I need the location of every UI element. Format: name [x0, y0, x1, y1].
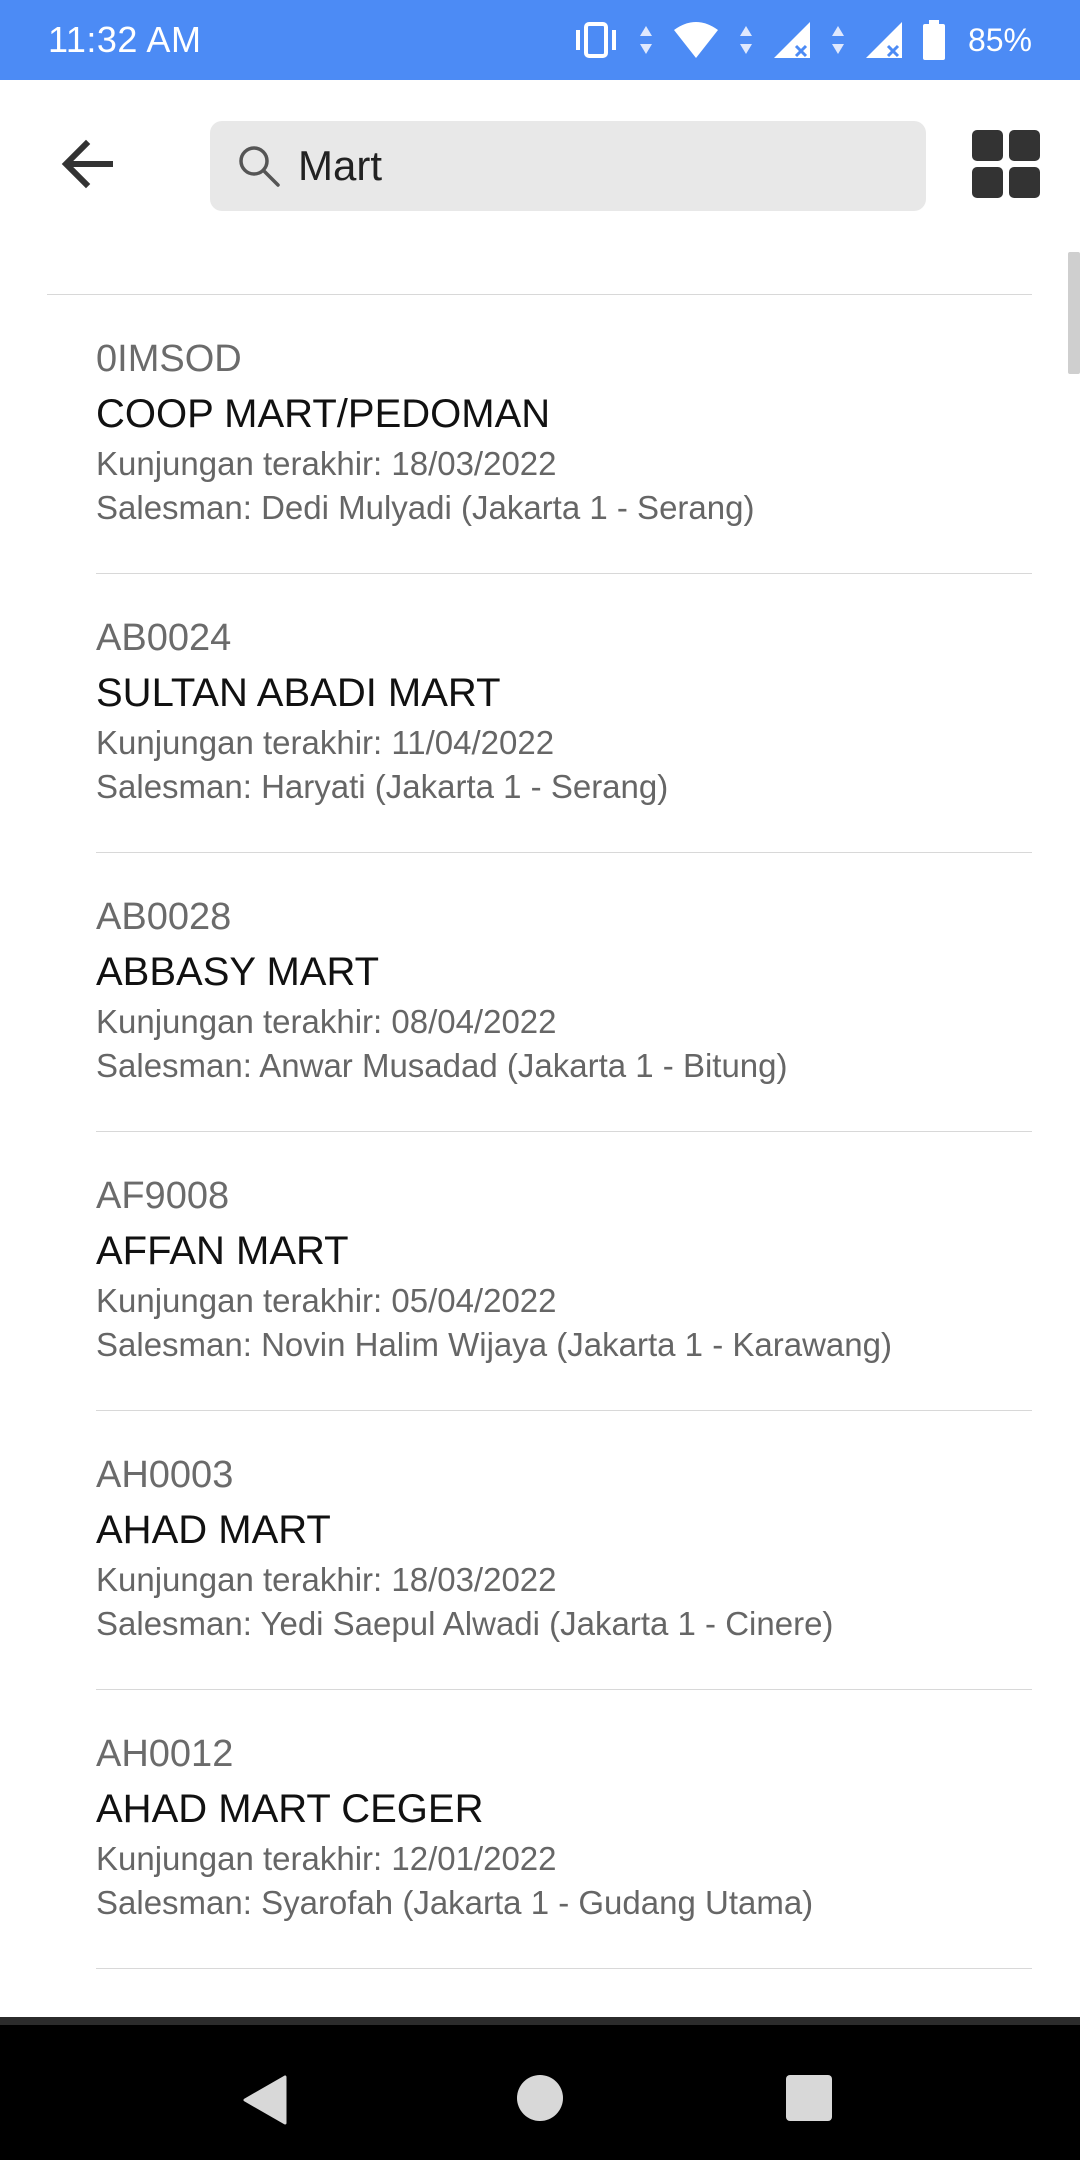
signal-icon-2	[864, 20, 904, 60]
back-button[interactable]	[56, 132, 120, 196]
store-name: AFFAN MART	[96, 1229, 349, 1273]
list-item[interactable]: AB0024 SULTAN ABADI MART Kunjungan terak…	[0, 574, 1080, 853]
store-code: AB0024	[96, 617, 232, 659]
store-code: AB0028	[96, 896, 232, 938]
data-arrows-icon	[638, 20, 654, 60]
search-icon	[239, 146, 280, 187]
navigation-bar	[0, 2017, 1080, 2160]
status-time: 11:32 AM	[48, 19, 202, 60]
nav-recent-apps-icon[interactable]	[786, 2075, 832, 2121]
salesman: Salesman: Syarofah (Jakarta 1 - Gudang U…	[96, 1884, 814, 1921]
store-code: AH0003	[96, 1454, 234, 1496]
grid-view-icon	[972, 130, 1040, 198]
view-toggle-button[interactable]	[972, 130, 1040, 198]
list: 0IMSOD COOP MART/PEDOMAN Kunjungan terak…	[0, 295, 1080, 1969]
data-arrows-icon-2	[738, 20, 754, 60]
search-input[interactable]	[298, 121, 898, 211]
list-item[interactable]: AH0003 AHAD MART Kunjungan terakhir: 18/…	[0, 1411, 1080, 1690]
store-name: AHAD MART CEGER	[96, 1787, 484, 1831]
battery-icon	[922, 20, 946, 60]
store-code: AH0012	[96, 1733, 234, 1775]
last-visit: Kunjungan terakhir: 11/04/2022	[96, 724, 555, 761]
vibrate-icon	[572, 20, 620, 60]
store-code: 0IMSOD	[96, 338, 242, 380]
data-arrows-icon-3	[830, 20, 846, 60]
status-bar: 11:32 AM 85%	[0, 0, 1080, 80]
salesman: Salesman: Anwar Musadad (Jakarta 1 - Bit…	[96, 1047, 788, 1084]
last-visit: Kunjungan terakhir: 08/04/2022	[96, 1003, 557, 1040]
list-item[interactable]: 0IMSOD COOP MART/PEDOMAN Kunjungan terak…	[0, 295, 1080, 574]
signal-icon	[772, 20, 812, 60]
list-item[interactable]: AB0028 ABBASY MART Kunjungan terakhir: 0…	[0, 853, 1080, 1132]
last-visit: Kunjungan terakhir: 05/04/2022	[96, 1282, 557, 1319]
last-visit: Kunjungan terakhir: 18/03/2022	[96, 1561, 557, 1598]
battery-percent: 85%	[967, 21, 1032, 58]
last-visit: Kunjungan terakhir: 12/01/2022	[96, 1840, 557, 1877]
store-name: AHAD MART	[96, 1508, 331, 1552]
salesman: Salesman: Novin Halim Wijaya (Jakarta 1 …	[96, 1326, 892, 1363]
list-item[interactable]: AF9008 AFFAN MART Kunjungan terakhir: 05…	[0, 1132, 1080, 1411]
salesman: Salesman: Haryati (Jakarta 1 - Serang)	[96, 768, 669, 805]
salesman: Salesman: Dedi Mulyadi (Jakarta 1 - Sera…	[96, 489, 755, 526]
store-code: AF9008	[96, 1175, 230, 1217]
status-icons: 85%	[572, 20, 1032, 60]
wifi-icon	[672, 20, 720, 60]
toolbar	[0, 80, 1080, 252]
salesman: Salesman: Yedi Saepul Alwadi (Jakarta 1 …	[96, 1605, 834, 1642]
last-visit: Kunjungan terakhir: 18/03/2022	[96, 445, 557, 482]
store-name: COOP MART/PEDOMAN	[96, 392, 551, 436]
nav-home-icon[interactable]	[517, 2075, 563, 2121]
store-name: SULTAN ABADI MART	[96, 671, 501, 715]
nav-back-button[interactable]	[243, 2075, 287, 2130]
arrow-back-icon	[61, 139, 113, 189]
results-list[interactable]: 0IMSOD COOP MART/PEDOMAN Kunjungan terak…	[0, 252, 1080, 2017]
store-name: ABBASY MART	[96, 950, 380, 994]
list-item[interactable]: AH0012 AHAD MART CEGER Kunjungan terakhi…	[0, 1690, 1080, 1969]
nav-back-icon	[243, 2075, 287, 2125]
search-bar[interactable]	[210, 121, 926, 211]
